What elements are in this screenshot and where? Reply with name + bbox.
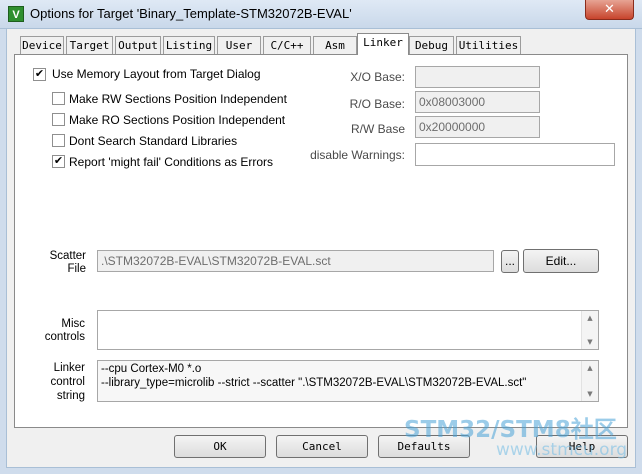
misc-scrollbar[interactable]: ▲ ▼ <box>581 311 598 349</box>
keil-app-icon: V <box>8 6 24 22</box>
scatter-file-field[interactable]: .\STM32072B-EVAL\STM32072B-EVAL.sct <box>97 250 494 272</box>
rw-position-independent-checkbox[interactable] <box>52 92 65 105</box>
tab-debug[interactable]: Debug <box>409 36 454 54</box>
scatter-label-line1: Scatter <box>49 250 86 262</box>
tab-linker[interactable]: Linker <box>357 33 409 55</box>
watermark-url: www.stmcu.org <box>496 440 628 460</box>
disable-warnings-field[interactable] <box>415 143 615 166</box>
scroll-up-icon[interactable]: ▲ <box>582 361 598 375</box>
rw-base-label: R/W Base <box>350 122 405 136</box>
scatter-browse-button[interactable]: ... <box>501 250 519 273</box>
ro-position-independent-checkbox[interactable] <box>52 113 65 126</box>
disable-warnings-label: disable Warnings: <box>310 148 405 162</box>
misc-label-line2: controls <box>44 331 85 343</box>
tab-user[interactable]: User <box>217 36 261 54</box>
rw-position-independent-label: Make RW Sections Position Independent <box>69 92 287 106</box>
checkmark-icon: ✔ <box>34 67 45 80</box>
dont-search-std-libs-checkbox[interactable] <box>52 134 65 147</box>
scatter-label-line2: File <box>67 263 86 275</box>
report-might-fail-checkbox[interactable]: ✔ <box>52 154 65 168</box>
linker-control-label-line2: control <box>50 376 85 388</box>
tab-c-cpp[interactable]: C/C++ <box>263 36 311 54</box>
close-button[interactable]: ✕ <box>585 0 634 20</box>
tab-asm[interactable]: Asm <box>313 36 357 54</box>
control-string-scrollbar[interactable]: ▲ ▼ <box>581 361 598 401</box>
misc-label-line1: Misc <box>61 318 85 330</box>
control-string-line1: --cpu Cortex-M0 *.o <box>101 363 202 375</box>
cancel-button[interactable]: Cancel <box>276 435 368 458</box>
tab-target[interactable]: Target <box>66 36 113 54</box>
ok-button[interactable]: OK <box>174 435 266 458</box>
dont-search-std-libs-label: Dont Search Standard Libraries <box>69 134 238 148</box>
linker-control-string-textarea[interactable]: --cpu Cortex-M0 *.o --library_type=micro… <box>97 360 599 402</box>
scroll-down-icon[interactable]: ▼ <box>582 387 598 401</box>
report-might-fail-label: Report 'might fail' Conditions as Errors <box>69 155 273 169</box>
scatter-edit-button[interactable]: Edit... <box>523 249 599 273</box>
title-bar: V Options for Target 'Binary_Template-ST… <box>0 0 642 29</box>
misc-controls-textarea[interactable]: ▲ ▼ <box>97 310 599 350</box>
linker-control-label-line3: string <box>56 390 85 402</box>
xo-base-label: X/O Base: <box>350 70 405 84</box>
rw-base-field[interactable]: 0x20000000 <box>415 116 540 138</box>
checkmark-icon: ✔ <box>53 154 64 167</box>
tab-output[interactable]: Output <box>115 36 161 54</box>
xo-base-field[interactable] <box>415 66 540 88</box>
tab-utilities[interactable]: Utilities <box>456 36 521 54</box>
ro-base-label: R/O Base: <box>349 97 405 111</box>
scroll-down-icon[interactable]: ▼ <box>582 335 598 349</box>
linker-control-label-line1: Linker <box>53 362 85 374</box>
control-string-line2: --library_type=microlib --strict --scatt… <box>101 377 527 389</box>
watermark-logo-text: STM32/STM8社区 <box>404 417 617 443</box>
tab-device[interactable]: Device <box>20 36 64 54</box>
window-title: Options for Target 'Binary_Template-STM3… <box>30 6 352 21</box>
ro-base-field[interactable]: 0x08003000 <box>415 91 540 113</box>
use-memory-layout-label: Use Memory Layout from Target Dialog <box>52 67 261 81</box>
scroll-up-icon[interactable]: ▲ <box>582 311 598 325</box>
ro-position-independent-label: Make RO Sections Position Independent <box>69 113 286 127</box>
tab-listing[interactable]: Listing <box>163 36 215 54</box>
use-memory-layout-checkbox[interactable]: ✔ <box>33 67 46 81</box>
